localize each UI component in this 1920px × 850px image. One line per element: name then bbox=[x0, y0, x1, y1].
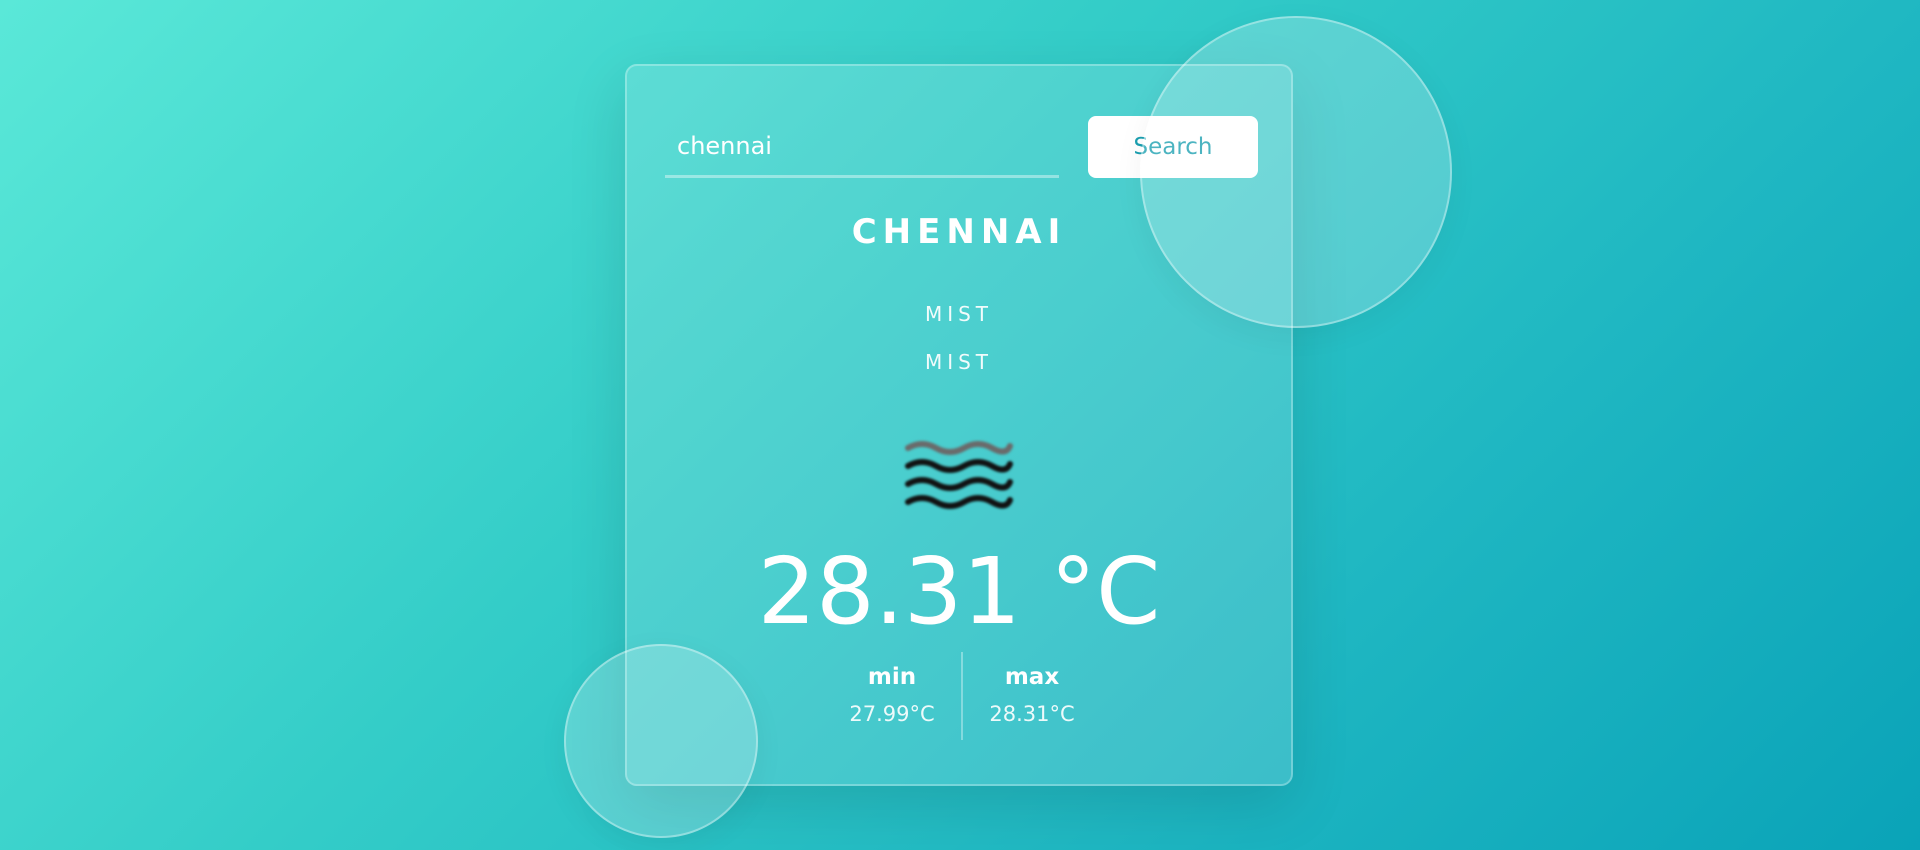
decorative-bubble-top bbox=[1140, 16, 1452, 328]
min-max-panel: min 27.99°C max 28.31°C bbox=[832, 652, 1092, 742]
temperature-value: 28.31 °C bbox=[757, 538, 1161, 645]
max-label: max bbox=[1004, 664, 1060, 690]
min-temperature: min 27.99°C bbox=[832, 652, 952, 726]
min-value: 27.99°C bbox=[849, 702, 935, 726]
weather-condition: MIST bbox=[924, 302, 994, 326]
max-temperature: max 28.31°C bbox=[972, 652, 1092, 726]
decorative-bubble-bottom bbox=[564, 644, 758, 838]
max-value: 28.31°C bbox=[989, 702, 1075, 726]
mist-icon bbox=[905, 441, 1013, 509]
city-search-input[interactable] bbox=[665, 116, 1059, 178]
weather-description: MIST bbox=[924, 350, 994, 374]
min-label: min bbox=[867, 664, 917, 690]
min-max-divider bbox=[961, 652, 963, 740]
